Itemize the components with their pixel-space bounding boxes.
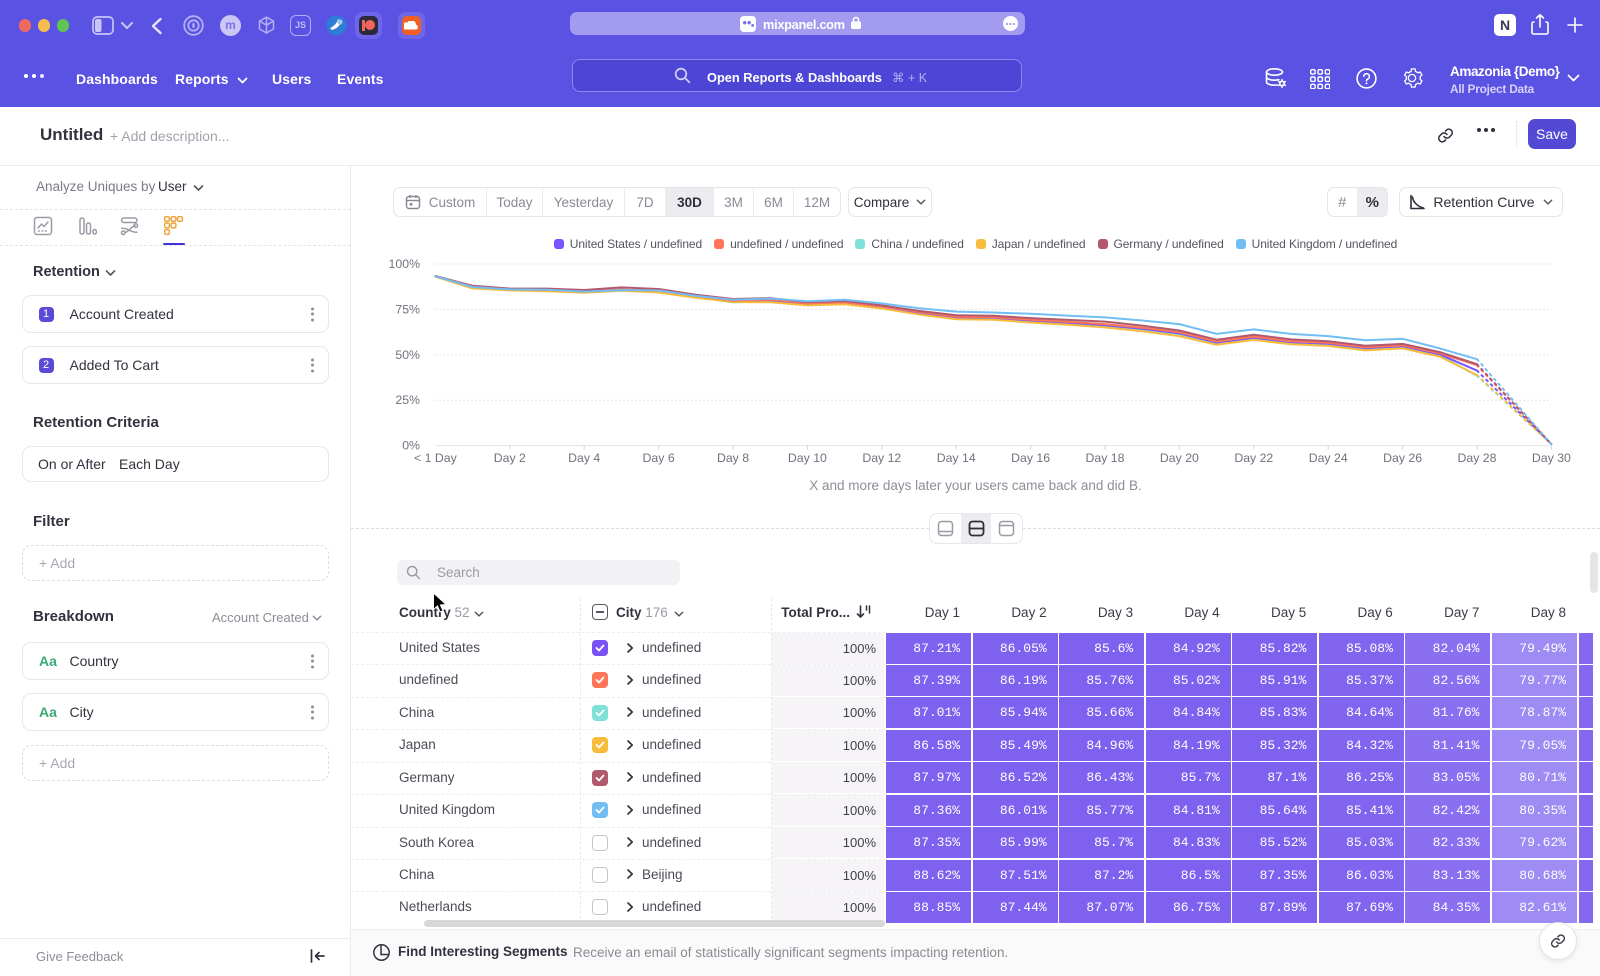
svg-text:50%: 50% [395, 348, 420, 362]
svg-text:Day 8: Day 8 [717, 451, 749, 465]
svg-text:Day 20: Day 20 [1160, 451, 1199, 465]
svg-text:Day 4: Day 4 [568, 451, 600, 465]
svg-text:25%: 25% [395, 393, 420, 407]
svg-text:Day 24: Day 24 [1309, 451, 1348, 465]
svg-text:Day 12: Day 12 [862, 451, 901, 465]
svg-text:Day 28: Day 28 [1458, 451, 1497, 465]
svg-text:Day 14: Day 14 [937, 451, 976, 465]
svg-text:Day 6: Day 6 [643, 451, 675, 465]
svg-text:Day 30: Day 30 [1532, 451, 1571, 465]
svg-text:Day 2: Day 2 [494, 451, 526, 465]
svg-text:Day 16: Day 16 [1011, 451, 1050, 465]
svg-text:Day 22: Day 22 [1234, 451, 1273, 465]
svg-text:< 1 Day: < 1 Day [414, 451, 458, 465]
svg-text:Day 26: Day 26 [1383, 451, 1422, 465]
svg-text:Day 18: Day 18 [1086, 451, 1125, 465]
svg-text:75%: 75% [395, 302, 420, 316]
svg-text:Day 10: Day 10 [788, 451, 827, 465]
svg-text:100%: 100% [389, 257, 421, 271]
